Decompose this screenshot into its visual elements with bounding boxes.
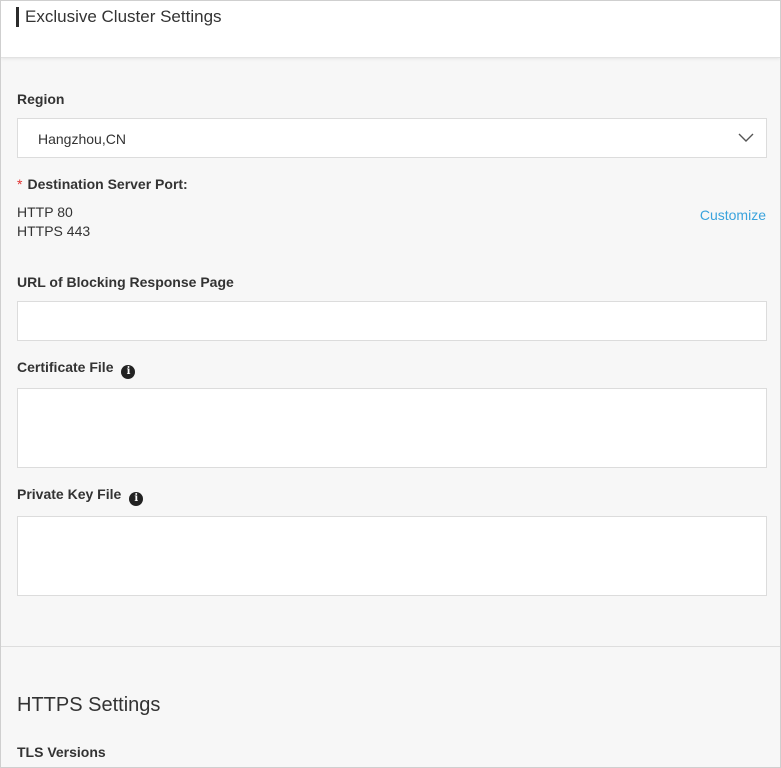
blocking-page-url-input[interactable] [17, 301, 767, 341]
certificate-file-label: Certificate File [17, 359, 114, 375]
panel-header: Exclusive Cluster Settings [1, 1, 780, 58]
chevron-down-icon [738, 133, 754, 142]
page-title: Exclusive Cluster Settings [25, 7, 222, 26]
customize-link[interactable]: Customize [700, 206, 766, 224]
certificate-file-label-row: Certificate File i [17, 358, 136, 379]
blocking-page-url-label: URL of Blocking Response Page [17, 274, 234, 290]
port-item-https: HTTPS 443 [17, 223, 91, 239]
destination-port-label-row: * Destination Server Port: [17, 175, 188, 193]
section-divider [1, 646, 780, 647]
tls-versions-label: TLS Versions [17, 744, 106, 760]
private-key-file-label: Private Key File [17, 486, 122, 502]
required-asterisk: * [17, 176, 23, 192]
private-key-file-textarea[interactable] [17, 516, 767, 596]
https-settings-title: HTTPS Settings [17, 694, 161, 716]
region-select[interactable]: Hangzhou,CN [17, 118, 767, 158]
certificate-file-textarea[interactable] [17, 388, 767, 468]
region-selected-value: Hangzhou,CN [38, 131, 126, 147]
private-key-file-label-row: Private Key File i [17, 485, 144, 506]
region-label: Region [17, 91, 65, 107]
info-icon[interactable]: i [121, 365, 136, 379]
settings-panel: Exclusive Cluster Settings Region Hangzh… [0, 0, 781, 768]
header-accent-bar [16, 7, 19, 27]
info-icon[interactable]: i [129, 492, 144, 506]
port-item-http: HTTP 80 [17, 204, 73, 220]
destination-port-label: Destination Server Port: [27, 176, 188, 192]
